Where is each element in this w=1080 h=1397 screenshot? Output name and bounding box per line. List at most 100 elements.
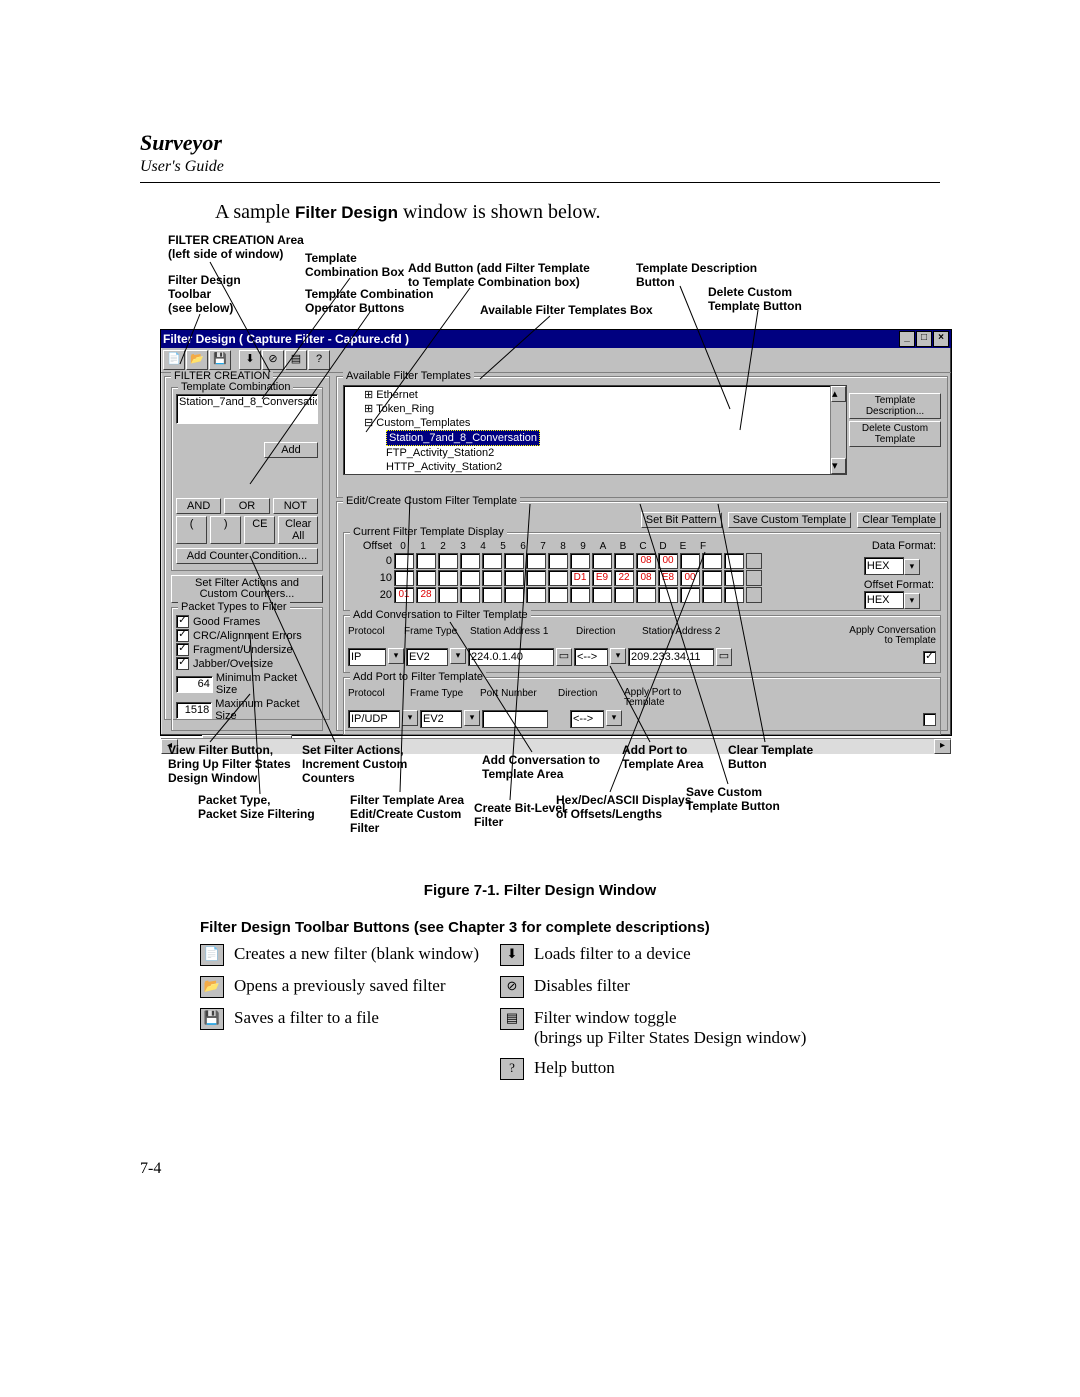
- max-packet-size-input[interactable]: 1518: [176, 702, 212, 719]
- add-button[interactable]: Add: [264, 442, 318, 458]
- hex-cell[interactable]: [724, 587, 744, 603]
- close-button[interactable]: ×: [933, 331, 949, 347]
- add-counter-button[interactable]: Add Counter Condition...: [176, 548, 318, 564]
- dropdown-icon[interactable]: ▾: [388, 648, 404, 664]
- delete-custom-template-button[interactable]: Delete Custom Template: [849, 421, 941, 447]
- port-number-input[interactable]: [482, 710, 548, 728]
- hex-cell[interactable]: [570, 587, 590, 603]
- hex-cell[interactable]: [548, 570, 568, 586]
- hex-cell[interactable]: E8: [658, 570, 678, 586]
- hex-cell[interactable]: [702, 570, 722, 586]
- hex-cell[interactable]: [482, 570, 502, 586]
- hex-cell[interactable]: [724, 553, 744, 569]
- hex-cell[interactable]: [548, 587, 568, 603]
- hex-cell[interactable]: D1: [570, 570, 590, 586]
- hex-cell[interactable]: [526, 553, 546, 569]
- toolbar-disable-icon[interactable]: ⊘: [262, 350, 284, 370]
- conv-frametype-select[interactable]: EV2: [406, 648, 448, 666]
- template-combo-value[interactable]: Station_7and_8_Conversation: [176, 394, 318, 424]
- hex-cell[interactable]: 28: [416, 587, 436, 603]
- dropdown-icon[interactable]: ▾: [402, 710, 418, 726]
- hex-row-scroll[interactable]: [746, 553, 762, 569]
- ce-button[interactable]: CE: [244, 516, 275, 544]
- dropdown-icon[interactable]: ▾: [464, 710, 480, 726]
- hex-cell[interactable]: [482, 587, 502, 603]
- port-frametype-select[interactable]: EV2: [420, 710, 462, 728]
- hex-cell[interactable]: 00: [680, 570, 700, 586]
- conv-addr2-input[interactable]: 209.233.34.11: [628, 648, 714, 666]
- maximize-button[interactable]: □: [916, 331, 932, 347]
- dropdown-icon[interactable]: ▾: [450, 648, 466, 664]
- clearall-button[interactable]: Clear All: [278, 516, 318, 544]
- toolbar-load-icon[interactable]: ⬇: [239, 350, 261, 370]
- book-icon[interactable]: ▭: [716, 648, 732, 666]
- data-format-select[interactable]: HEX: [864, 557, 904, 575]
- port-direction-select[interactable]: <-->: [570, 710, 604, 728]
- hex-cell[interactable]: [526, 587, 546, 603]
- toolbar-toggle-icon[interactable]: ▤: [285, 350, 307, 370]
- hex-cell[interactable]: [504, 570, 524, 586]
- tree-scrollbar[interactable]: ▴▾: [830, 386, 846, 474]
- hex-cell[interactable]: [416, 570, 436, 586]
- hex-cell[interactable]: [394, 570, 414, 586]
- hex-cell[interactable]: [702, 553, 722, 569]
- rparen-button[interactable]: ): [210, 516, 241, 544]
- hex-cell[interactable]: [592, 553, 612, 569]
- hex-cell[interactable]: [680, 553, 700, 569]
- hex-cell[interactable]: [636, 587, 656, 603]
- jabber-checkbox[interactable]: ✓Jabber/Oversize: [176, 657, 318, 670]
- hex-row-scroll[interactable]: [746, 570, 762, 586]
- hex-cell[interactable]: [570, 553, 590, 569]
- or-button[interactable]: OR: [224, 498, 269, 514]
- hex-cell[interactable]: [724, 570, 744, 586]
- hex-cell[interactable]: [460, 570, 480, 586]
- hex-cell[interactable]: [460, 553, 480, 569]
- hex-cell[interactable]: [460, 587, 480, 603]
- hex-cell[interactable]: [548, 553, 568, 569]
- hex-cell[interactable]: 22: [614, 570, 634, 586]
- hex-cell[interactable]: [438, 570, 458, 586]
- dropdown-icon[interactable]: ▾: [904, 593, 920, 609]
- template-tree[interactable]: ⊞ Ethernet ⊞ Token_Ring ⊟ Custom_Templat…: [343, 385, 847, 475]
- hex-cell[interactable]: 01: [394, 587, 414, 603]
- hex-cell[interactable]: 08: [636, 553, 656, 569]
- conv-protocol-select[interactable]: IP: [348, 648, 386, 666]
- dropdown-icon[interactable]: ▾: [610, 648, 626, 664]
- set-bit-pattern-button[interactable]: Set Bit Pattern: [641, 512, 722, 528]
- and-button[interactable]: AND: [176, 498, 221, 514]
- offset-format-select[interactable]: HEX: [864, 591, 904, 609]
- set-filter-actions-button[interactable]: Set Filter Actions and Custom Counters..…: [171, 575, 323, 603]
- hex-cell[interactable]: [702, 587, 722, 603]
- hex-row-scroll[interactable]: [746, 587, 762, 603]
- hex-cell[interactable]: [416, 553, 436, 569]
- crc-checkbox[interactable]: ✓CRC/Alignment Errors: [176, 629, 318, 642]
- toolbar-help-icon[interactable]: ?: [308, 350, 330, 370]
- template-description-button[interactable]: Template Description...: [849, 393, 941, 419]
- hex-cell[interactable]: [504, 587, 524, 603]
- toolbar-open-icon[interactable]: 📂: [186, 350, 208, 370]
- hex-cell[interactable]: [482, 553, 502, 569]
- hex-cell[interactable]: [394, 553, 414, 569]
- lparen-button[interactable]: (: [176, 516, 207, 544]
- hex-cell[interactable]: [526, 570, 546, 586]
- hex-cell[interactable]: [592, 587, 612, 603]
- port-protocol-select[interactable]: IP/UDP: [348, 710, 400, 728]
- good-frames-checkbox[interactable]: ✓Good Frames: [176, 615, 318, 628]
- hex-cell[interactable]: [680, 587, 700, 603]
- toolbar-new-icon[interactable]: 📄: [163, 350, 185, 370]
- apply-port-checkbox[interactable]: [923, 711, 936, 727]
- hex-cell[interactable]: [504, 553, 524, 569]
- hex-cell[interactable]: [438, 553, 458, 569]
- hex-cell[interactable]: 00: [658, 553, 678, 569]
- hex-cell[interactable]: [658, 587, 678, 603]
- minimize-button[interactable]: _: [899, 331, 915, 347]
- save-custom-template-button[interactable]: Save Custom Template: [728, 512, 852, 528]
- hex-cell[interactable]: E9: [592, 570, 612, 586]
- toolbar-save-icon[interactable]: 💾: [209, 350, 231, 370]
- min-packet-size-input[interactable]: 64: [176, 676, 213, 693]
- hex-cell[interactable]: [614, 553, 634, 569]
- hex-cell[interactable]: [438, 587, 458, 603]
- dropdown-icon[interactable]: ▾: [904, 559, 920, 575]
- hex-cell[interactable]: 08: [636, 570, 656, 586]
- conv-addr1-input[interactable]: 224.0.1.40: [468, 648, 554, 666]
